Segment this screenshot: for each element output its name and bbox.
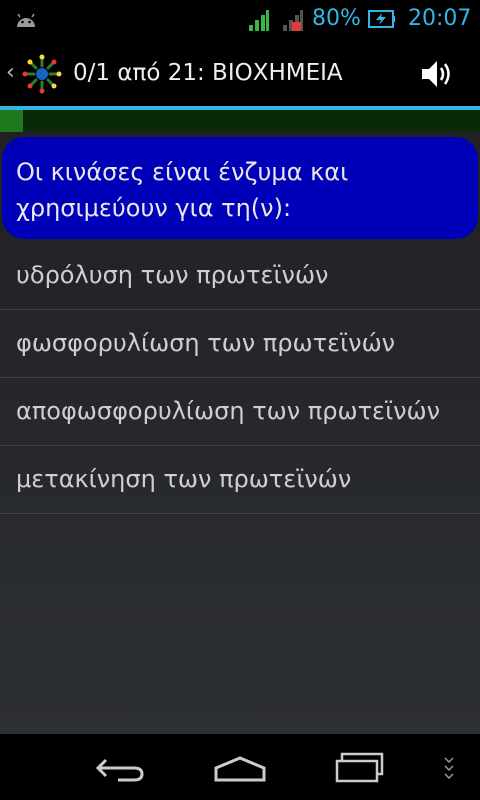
battery-percent: 80% bbox=[312, 6, 361, 31]
page-title: 0/1 από 21: ΒΙΟΧΗΜΕΙΑ bbox=[73, 60, 343, 86]
speaker-icon[interactable] bbox=[418, 56, 456, 92]
action-bar: ‹ 0/1 από 21: ΒΙΟΧΗΜΕΙΑ bbox=[0, 38, 480, 106]
android-debug-icon bbox=[17, 13, 35, 27]
status-bar: 80% 20:07 bbox=[0, 0, 480, 38]
recent-apps-icon[interactable] bbox=[334, 752, 386, 784]
answer-option[interactable]: υδρόλυση των πρωτεϊνών bbox=[0, 242, 480, 310]
progress-fill bbox=[0, 110, 24, 132]
answer-option[interactable]: μετακίνηση των πρωτεϊνών bbox=[0, 446, 480, 514]
home-icon[interactable] bbox=[212, 754, 268, 784]
answer-option[interactable]: αποφωσφορυλίωση των πρωτεϊνών bbox=[0, 378, 480, 446]
signal-no-sim-icon bbox=[283, 10, 303, 31]
clock: 20:07 bbox=[408, 6, 472, 31]
battery-charging-icon bbox=[368, 10, 395, 28]
answer-list: υδρόλυση των πρωτεϊνών φωσφορυλίωση των … bbox=[0, 242, 480, 514]
app-logo-icon[interactable] bbox=[22, 54, 62, 94]
signal-strength-icon bbox=[249, 10, 269, 31]
question-text: Οι κινάσες είναι ένζυμα και χρησιμεύουν … bbox=[2, 137, 478, 239]
progress-bar bbox=[0, 110, 480, 132]
back-icon[interactable] bbox=[92, 754, 148, 784]
back-chevron-icon[interactable]: ‹ bbox=[6, 60, 15, 85]
menu-icon[interactable] bbox=[442, 754, 456, 784]
answer-option[interactable]: φωσφορυλίωση των πρωτεϊνών bbox=[0, 310, 480, 378]
navigation-bar bbox=[0, 734, 480, 800]
quiz-content: Οι κινάσες είναι ένζυμα και χρησιμεύουν … bbox=[0, 132, 480, 734]
